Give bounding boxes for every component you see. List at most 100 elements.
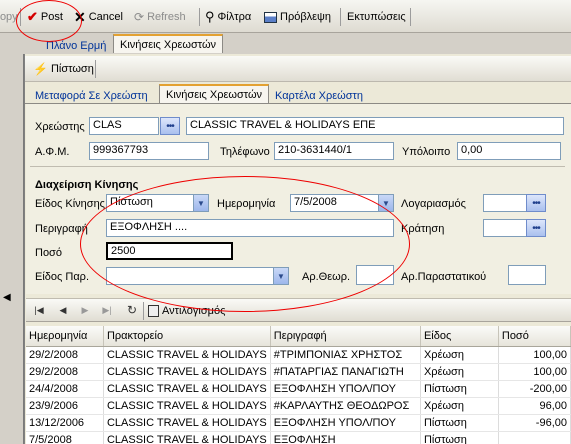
- credit-button[interactable]: ⚡ Πίστωση: [33, 60, 94, 78]
- phone-field[interactable]: 210-3631440/1: [274, 142, 394, 160]
- debtor-lookup-button[interactable]: •••: [160, 117, 180, 135]
- movement-type-select[interactable]: Πίστωση ▼: [106, 194, 209, 212]
- movements-grid: Ημερομηνία Πρακτορείο Περιγραφή Είδος Πο…: [26, 326, 571, 444]
- table-row[interactable]: 29/2/2008 CLASSIC TRAVEL & HOLIDAYS #ΤΡΙ…: [26, 346, 571, 364]
- amount-field[interactable]: 2500: [106, 242, 233, 260]
- tab-hermes-plan[interactable]: Πλάνο Ερμή: [40, 36, 112, 55]
- afm-field[interactable]: 999367793: [89, 142, 209, 160]
- account-label: Λογαριασμός: [401, 198, 466, 210]
- left-side-panel: ◀: [0, 54, 24, 444]
- section-divider: [30, 166, 565, 167]
- cell-description: ΕΞΟΦΛΗΣΗ: [270, 431, 421, 444]
- cell-amount: -96,00: [498, 414, 571, 432]
- cell-amount: -200,00: [498, 380, 571, 398]
- previous-record-icon[interactable]: ◀: [56, 303, 70, 317]
- cell-date: 29/2/2008: [26, 363, 104, 381]
- collapse-panel-arrow-icon[interactable]: ◀: [3, 292, 11, 303]
- table-row[interactable]: 24/4/2008 CLASSIC TRAVEL & HOLIDAYS ΕΞΟΦ…: [26, 380, 571, 398]
- refresh-icon: ⟳: [134, 10, 145, 24]
- main-toolbar: Copy ✔ Post ✕ Cancel ⟳ Refresh ⚲ Φίλτρα …: [0, 0, 571, 33]
- balance-field[interactable]: 0,00: [457, 142, 561, 160]
- date-label: Ημερομηνία: [217, 198, 276, 210]
- debtor-code-field[interactable]: CLAS: [89, 117, 159, 135]
- refresh-icon[interactable]: ↻: [125, 303, 139, 317]
- preview-button[interactable]: Πρόβλεψη: [264, 8, 331, 26]
- cell-agency: CLASSIC TRAVEL & HOLIDAYS: [103, 414, 271, 432]
- amount-label: Ποσό: [35, 247, 62, 259]
- cell-type: Χρέωση: [420, 363, 499, 381]
- account-lookup-button[interactable]: •••: [526, 194, 546, 212]
- movement-form: Χρεώστης CLAS ••• CLASSIC TRAVEL & HOLID…: [26, 104, 571, 294]
- afm-label: Α.Φ.Μ.: [35, 146, 70, 158]
- balance-label: Υπόλοιπο: [402, 146, 451, 158]
- tab-debtor-movements-outer[interactable]: Κινήσεις Χρεωστών: [113, 34, 224, 53]
- movements-table: Ημερομηνία Πρακτορείο Περιγραφή Είδος Πο…: [26, 326, 571, 444]
- cell-date: 23/9/2006: [26, 397, 104, 415]
- cell-amount: 96,00: [498, 397, 571, 415]
- table-row[interactable]: 13/12/2006 CLASSIC TRAVEL & HOLIDAYS ΕΞΟ…: [26, 414, 571, 432]
- tab-debtor-ledger[interactable]: Καρτέλα Χρεώστη: [269, 86, 369, 105]
- last-record-icon[interactable]: ▶|: [100, 303, 114, 317]
- cell-date: 7/5/2008: [26, 431, 104, 444]
- movement-section-title: Διαχείριση Κίνησης: [35, 179, 139, 191]
- cell-date: 13/12/2006: [26, 414, 104, 432]
- doc-type-select[interactable]: ▼: [106, 267, 289, 285]
- column-header-description[interactable]: Περιγραφή: [270, 326, 421, 347]
- cell-type: Χρέωση: [420, 346, 499, 364]
- phone-label: Τηλέφωνο: [220, 146, 270, 158]
- movement-type-label: Είδος Κίνησης: [35, 198, 105, 210]
- tab-transfer-to-debtor[interactable]: Μεταφορά Σε Χρεώστη: [29, 86, 154, 105]
- post-button[interactable]: ✔ Post: [27, 8, 63, 26]
- column-header-agency[interactable]: Πρακτορείο: [103, 326, 271, 347]
- filter-button[interactable]: ⚲ Φίλτρα: [205, 8, 251, 26]
- table-row[interactable]: 29/2/2008 CLASSIC TRAVEL & HOLIDAYS #ΠΑΤ…: [26, 363, 571, 381]
- chevron-down-icon[interactable]: ▼: [273, 268, 288, 284]
- toolbar-separator: [143, 302, 144, 320]
- copy-button[interactable]: Copy: [0, 8, 18, 26]
- debtor-name-field[interactable]: CLASSIC TRAVEL & HOLIDAYS ΕΠΕ: [186, 117, 564, 135]
- first-record-icon[interactable]: |◀: [32, 303, 46, 317]
- table-row[interactable]: 23/9/2006 CLASSIC TRAVEL & HOLIDAYS #ΚΑΡ…: [26, 397, 571, 415]
- cancel-button[interactable]: ✕ Cancel: [74, 8, 123, 26]
- reservation-field[interactable]: [483, 219, 531, 237]
- date-picker[interactable]: 7/5/2008 ▼: [290, 194, 394, 212]
- toolbar-separator: [410, 8, 411, 26]
- cell-date: 29/2/2008: [26, 346, 104, 364]
- cell-description: #ΤΡΙΜΠΟΝΙΑΣ ΧΡΗΣΤΟΣ: [270, 346, 421, 364]
- doc-type-label: Είδος Παρ.: [35, 271, 89, 283]
- chevron-down-icon[interactable]: ▼: [193, 195, 208, 211]
- print-menu-button[interactable]: Εκτυπώσεις: [347, 8, 406, 26]
- description-field[interactable]: ΕΞΟΦΛΗΣΗ ....: [106, 219, 394, 237]
- cell-agency: CLASSIC TRAVEL & HOLIDAYS: [103, 431, 271, 444]
- toolbar-separator: [95, 60, 96, 78]
- outer-tab-strip: Πλάνο Ερμή Κινήσεις Χρεωστών: [0, 33, 571, 54]
- cell-amount: [498, 431, 571, 444]
- reservation-lookup-button[interactable]: •••: [526, 219, 546, 237]
- tab-debtor-movements[interactable]: Κινήσεις Χρεωστών: [159, 84, 270, 103]
- cell-date: 24/4/2008: [26, 380, 104, 398]
- close-icon: ✕: [74, 8, 86, 25]
- table-row[interactable]: 7/5/2008 CLASSIC TRAVEL & HOLIDAYS ΕΞΟΦΛ…: [26, 431, 571, 444]
- cell-agency: CLASSIC TRAVEL & HOLIDAYS: [103, 397, 271, 415]
- column-header-date[interactable]: Ημερομηνία: [26, 326, 104, 347]
- column-header-type[interactable]: Είδος: [420, 326, 499, 347]
- table-header-row: Ημερομηνία Πρακτορείο Περιγραφή Είδος Πο…: [26, 326, 571, 347]
- chevron-down-icon[interactable]: ▼: [378, 195, 393, 211]
- lightning-icon: ⚡: [33, 62, 48, 76]
- reconcile-button[interactable]: Αντιλογισμός: [148, 302, 225, 320]
- account-field[interactable]: [483, 194, 531, 212]
- toolbar-separator: [20, 8, 21, 26]
- cell-description: #ΠΑΤΑΡΓΙΑΣ ΠΑΝΑΓΙΩΤΗ: [270, 363, 421, 381]
- next-record-icon[interactable]: ▶: [78, 303, 92, 317]
- cell-amount: 100,00: [498, 346, 571, 364]
- column-header-amount[interactable]: Ποσό: [498, 326, 571, 347]
- toolbar-separator: [340, 8, 341, 26]
- doc-no-field[interactable]: [508, 265, 546, 285]
- debtor-label: Χρεώστης: [35, 121, 85, 133]
- action-bar: ⚡ Πίστωση: [25, 56, 571, 82]
- refresh-button[interactable]: ⟳ Refresh: [134, 8, 186, 26]
- cell-description: ΕΞΟΦΛΗΣΗ ΥΠΟΛ/ΠΟΥ: [270, 380, 421, 398]
- checkmark-icon: ✔: [27, 9, 38, 24]
- voucher-no-field[interactable]: [356, 265, 394, 285]
- cell-type: Πίστωση: [420, 380, 499, 398]
